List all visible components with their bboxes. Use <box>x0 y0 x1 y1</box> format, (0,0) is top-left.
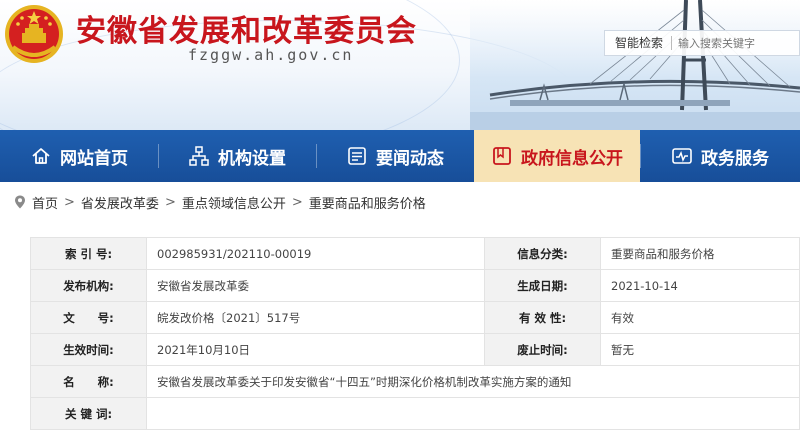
breadcrumb: 首页 > 省发展改革委 > 重点领域信息公开 > 重要商品和服务价格 <box>0 182 800 222</box>
breadcrumb-separator: > <box>291 194 303 210</box>
created-date-label: 生成日期: <box>484 269 601 302</box>
breadcrumb-key-areas[interactable]: 重点领域信息公开 <box>182 193 286 212</box>
table-row: 生效时间: 2021年10月10日 废止时间: 暂无 <box>30 333 800 366</box>
nav-item-news[interactable]: 要闻动态 <box>316 130 474 182</box>
document-number-label: 文 号: <box>30 301 147 334</box>
table-row: 名 称: 安徽省发展改革委关于印发安徽省“十四五”时期深化价格机制改革实施方案的… <box>30 365 800 398</box>
nav-item-services[interactable]: 政务服务 <box>640 130 800 182</box>
breadcrumb-separator: > <box>164 194 176 210</box>
repeal-date-value: 暂无 <box>600 333 800 366</box>
nav-item-home[interactable]: 网站首页 <box>0 130 158 182</box>
document-info-table: 索 引 号: 002985931/202110-00019 信息分类: 重要商品… <box>30 237 800 430</box>
table-row: 文 号: 皖发改价格〔2021〕517号 有 效 性: 有效 <box>30 301 800 334</box>
org-chart-icon <box>188 145 210 167</box>
home-icon <box>30 145 52 167</box>
breadcrumb-commission[interactable]: 省发展改革委 <box>81 193 159 212</box>
nav-item-label: 要闻动态 <box>376 148 444 169</box>
effective-date-label: 生效时间: <box>30 333 147 366</box>
breadcrumb-home[interactable]: 首页 <box>32 193 58 212</box>
index-number-value: 002985931/202110-00019 <box>146 237 485 270</box>
nav-item-organization[interactable]: 机构设置 <box>158 130 316 182</box>
effective-date-value: 2021年10月10日 <box>146 333 485 366</box>
search-box: 智能检索 <box>604 30 800 56</box>
location-pin-icon <box>15 195 25 209</box>
service-icon <box>671 145 693 167</box>
site-title[interactable]: 安徽省发展和改革委员会 <box>76 6 417 50</box>
publisher-value: 安徽省发展改革委 <box>146 269 485 302</box>
nav-item-label: 政务服务 <box>701 148 769 169</box>
document-name-value: 安徽省发展改革委关于印发安徽省“十四五”时期深化价格机制改革实施方案的通知 <box>146 365 800 398</box>
search-input[interactable] <box>672 36 783 50</box>
news-icon <box>346 145 368 167</box>
validity-label: 有 效 性: <box>484 301 601 334</box>
category-label: 信息分类: <box>484 237 601 270</box>
category-value: 重要商品和服务价格 <box>600 237 800 270</box>
folder-icon <box>491 145 513 167</box>
national-emblem-icon <box>5 5 63 63</box>
nav-item-government-info[interactable]: 政府信息公开 <box>474 130 640 182</box>
site-domain: fzggw.ah.gov.cn <box>188 46 354 64</box>
nav-item-label: 政府信息公开 <box>521 148 623 169</box>
keywords-value <box>146 397 800 430</box>
main-nav: 网站首页 机构设置 要闻动态 政府信息公开 政务服务 <box>0 130 800 182</box>
bridge-banner-image <box>470 0 800 130</box>
table-row: 关 键 词: <box>30 397 800 430</box>
created-date-value: 2021-10-14 <box>600 269 800 302</box>
publisher-label: 发布机构: <box>30 269 147 302</box>
document-number-value: 皖发改价格〔2021〕517号 <box>146 301 485 334</box>
index-number-label: 索 引 号: <box>30 237 147 270</box>
nav-item-label: 网站首页 <box>60 148 128 169</box>
table-row: 索 引 号: 002985931/202110-00019 信息分类: 重要商品… <box>30 237 800 270</box>
breadcrumb-current[interactable]: 重要商品和服务价格 <box>309 193 426 212</box>
breadcrumb-separator: > <box>64 194 75 210</box>
keywords-label: 关 键 词: <box>30 397 147 430</box>
smart-search-label[interactable]: 智能检索 <box>605 36 673 50</box>
table-row: 发布机构: 安徽省发展改革委 生成日期: 2021-10-14 <box>30 269 800 302</box>
repeal-date-label: 废止时间: <box>484 333 601 366</box>
validity-value: 有效 <box>600 301 800 334</box>
site-header: 安徽省发展和改革委员会 fzggw.ah.gov.cn 智能检索 输入搜索关键字 <box>0 0 800 130</box>
document-name-label: 名 称: <box>30 365 147 398</box>
nav-item-label: 机构设置 <box>218 148 286 169</box>
